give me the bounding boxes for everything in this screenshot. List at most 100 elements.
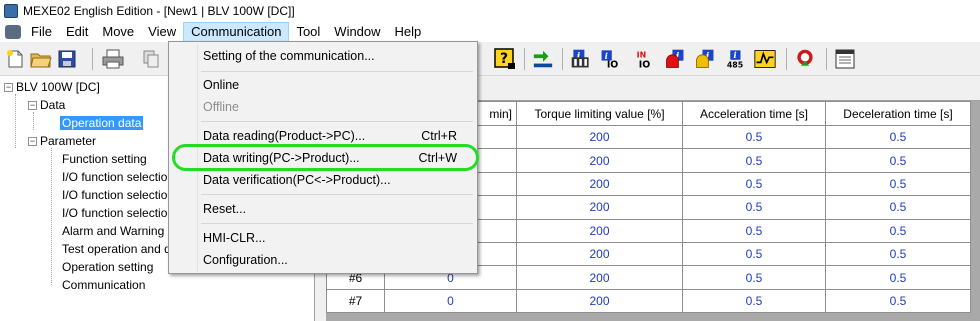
tree-root-label: BLV 100W [DC]: [16, 80, 100, 94]
menu-separator: [201, 121, 473, 122]
deceleration-cell[interactable]: 0.5: [825, 148, 971, 173]
save-icon[interactable]: [56, 48, 78, 70]
torque-cell[interactable]: 200: [516, 148, 683, 173]
menu-item-label: Data reading(Product->PC)...: [203, 129, 366, 143]
deceleration-cell[interactable]: 0.5: [825, 171, 971, 197]
tree-item-label: Data: [40, 98, 66, 112]
menu-item-hmi-clr[interactable]: HMI-CLR...: [203, 228, 473, 248]
data-transfer-icon[interactable]: [532, 48, 554, 70]
acceleration-cell[interactable]: 0.5: [682, 265, 826, 290]
menu-view[interactable]: View: [141, 22, 183, 42]
speed-cell[interactable]: 0: [384, 288, 517, 314]
tree-root[interactable]: − BLV 100W [DC]: [4, 78, 100, 96]
svg-text:IO: IO: [639, 60, 651, 71]
collapse-icon[interactable]: −: [4, 83, 13, 93]
table-row: #7 0 200 0.5 0.5: [326, 288, 971, 314]
acceleration-cell[interactable]: 0.5: [682, 241, 826, 267]
tree-line: [15, 94, 16, 148]
info-icon[interactable]: i: [570, 48, 592, 70]
tree-item-io-function-3[interactable]: I/O function selection[: [62, 204, 177, 222]
menu-item-shortcut: Ctrl+R: [421, 129, 457, 143]
collapse-icon[interactable]: −: [28, 101, 37, 111]
menu-communication[interactable]: Communication: [183, 22, 290, 42]
menu-edit[interactable]: Edit: [59, 22, 95, 42]
help-icon[interactable]: ?: [494, 48, 516, 70]
column-header-torque: Torque limiting value [%]: [516, 101, 683, 126]
menu-item-label: HMI-CLR...: [203, 231, 266, 245]
collapse-icon[interactable]: −: [28, 137, 37, 147]
svg-text:?: ?: [500, 51, 508, 67]
torque-cell[interactable]: 200: [516, 265, 683, 290]
row-number[interactable]: #7: [326, 288, 385, 314]
menu-move[interactable]: Move: [95, 22, 141, 42]
window-icon[interactable]: [834, 48, 856, 70]
tree-item-operation-data[interactable]: Operation data: [60, 114, 144, 132]
menu-help[interactable]: Help: [388, 22, 429, 42]
torque-cell[interactable]: 200: [516, 241, 683, 267]
svg-text:IO: IO: [607, 60, 619, 71]
toolbar-separator: [826, 48, 827, 70]
tree-item-communication[interactable]: Communication: [62, 276, 145, 294]
torque-cell[interactable]: 200: [516, 124, 683, 150]
copy-icon[interactable]: [140, 48, 162, 70]
deceleration-cell[interactable]: 0.5: [825, 265, 971, 290]
tree-item-label: Communication: [62, 278, 146, 292]
info-485-icon[interactable]: i 485: [724, 48, 746, 70]
info-io-icon[interactable]: i IO: [600, 48, 622, 71]
tree-item-label: Operation setting: [62, 260, 154, 274]
tree-item-parameter[interactable]: − Parameter: [28, 132, 96, 150]
alarm-icon[interactable]: i: [664, 48, 686, 70]
deceleration-cell[interactable]: 0.5: [825, 218, 971, 243]
deceleration-cell[interactable]: 0.5: [825, 195, 971, 220]
deceleration-cell[interactable]: 0.5: [825, 241, 971, 267]
acceleration-cell[interactable]: 0.5: [682, 218, 826, 243]
teaching-icon[interactable]: [794, 48, 816, 70]
acceleration-cell[interactable]: 0.5: [682, 148, 826, 173]
menu-item-data-reading[interactable]: Data reading(Product->PC)... Ctrl+R: [203, 126, 473, 146]
torque-cell[interactable]: 200: [516, 171, 683, 197]
tree-item-label: Operation data: [60, 116, 144, 130]
menu-file[interactable]: File: [24, 22, 59, 42]
system-menu-icon[interactable]: [5, 25, 21, 39]
menu-item-label: Online: [203, 78, 240, 92]
menu-item-label: Reset...: [203, 202, 247, 216]
highlight-annotation: [172, 144, 479, 171]
tree-item-alarm-warning[interactable]: Alarm and Warning: [62, 222, 164, 240]
tree-item-label: Function setting: [62, 152, 147, 166]
tree-item-io-function-1[interactable]: I/O function selection[: [62, 168, 177, 186]
torque-cell[interactable]: 200: [516, 288, 683, 314]
menu-item-configuration[interactable]: Configuration...: [203, 250, 473, 270]
info-in-icon[interactable]: IN IO: [632, 48, 654, 70]
open-folder-icon[interactable]: [30, 48, 52, 70]
column-header-acceleration: Acceleration time [s]: [682, 101, 826, 126]
acceleration-cell[interactable]: 0.5: [682, 171, 826, 197]
tree-item-label: Alarm and Warning: [62, 224, 165, 238]
tree-item-label: I/O function selection[: [62, 206, 178, 220]
deceleration-cell[interactable]: 0.5: [825, 124, 971, 150]
toolbar-separator: [786, 48, 787, 70]
tree-item-function-setting[interactable]: Function setting: [62, 150, 147, 168]
menu-item-setting-communication[interactable]: Setting of the communication...: [203, 46, 473, 66]
acceleration-cell[interactable]: 0.5: [682, 124, 826, 150]
menu-window[interactable]: Window: [327, 22, 387, 42]
waveform-icon[interactable]: [754, 48, 776, 70]
tree-item-operation-setting[interactable]: Operation setting: [62, 258, 153, 276]
acceleration-cell[interactable]: 0.5: [682, 195, 826, 220]
print-icon[interactable]: [102, 48, 124, 70]
tree-line: [51, 148, 52, 285]
menu-item-online[interactable]: Online: [203, 75, 473, 95]
deceleration-cell[interactable]: 0.5: [825, 288, 971, 314]
warning-icon[interactable]: i: [694, 48, 716, 70]
menu-item-offline[interactable]: Offline: [203, 97, 473, 117]
app-icon: [4, 4, 18, 18]
acceleration-cell[interactable]: 0.5: [682, 288, 826, 314]
tree-item-data[interactable]: − Data: [28, 96, 65, 114]
torque-cell[interactable]: 200: [516, 218, 683, 243]
menu-separator: [201, 223, 473, 224]
tree-item-io-function-2[interactable]: I/O function selection[: [62, 186, 177, 204]
menu-item-data-verification[interactable]: Data verification(PC<->Product)...: [203, 170, 473, 190]
menu-item-reset[interactable]: Reset...: [203, 199, 473, 219]
new-icon[interactable]: [4, 48, 26, 70]
torque-cell[interactable]: 200: [516, 195, 683, 220]
menu-tool[interactable]: Tool: [289, 22, 327, 42]
